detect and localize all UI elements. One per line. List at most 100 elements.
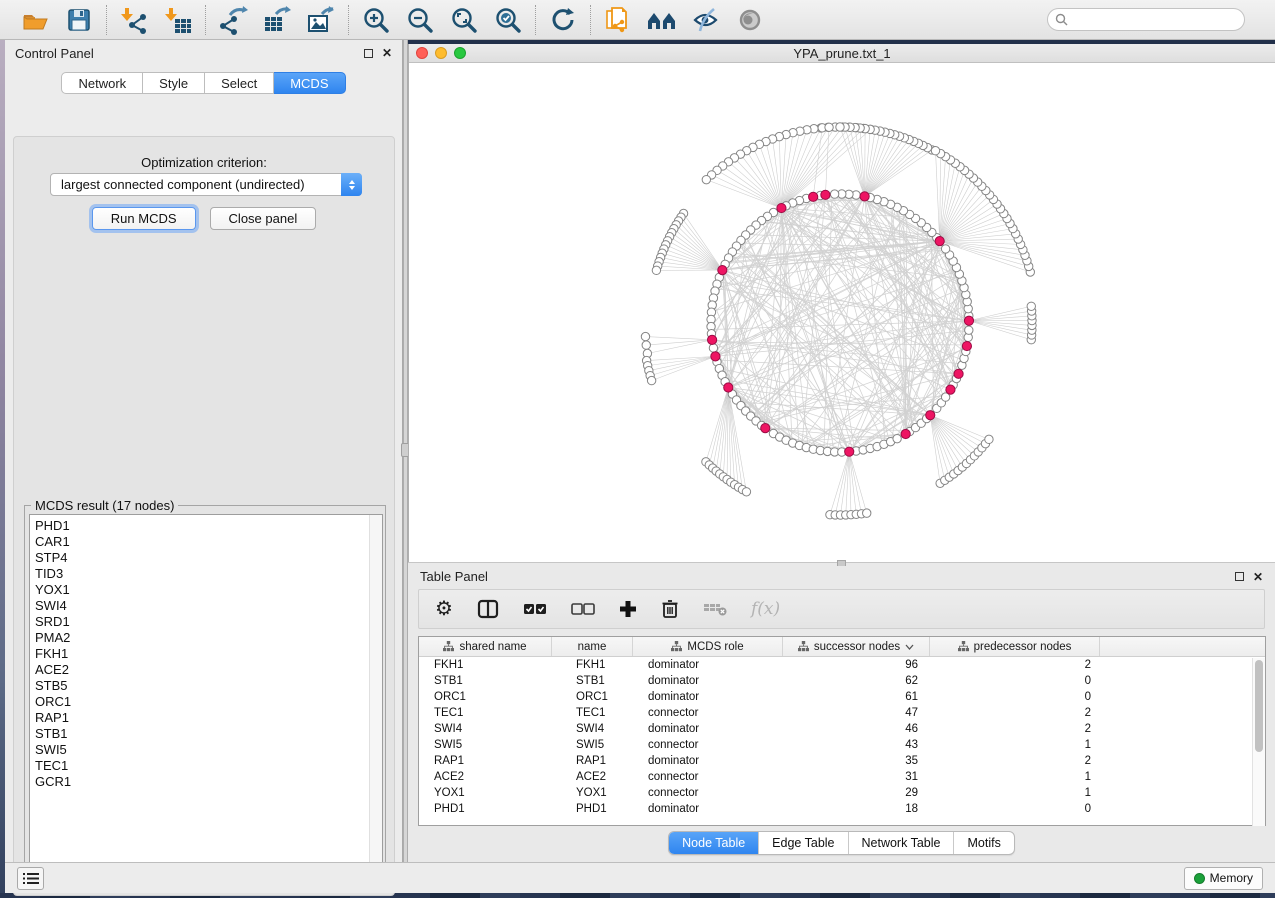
tab-node-table[interactable]: Node Table [669,832,758,854]
float-panel-icon[interactable] [1235,572,1244,581]
table-row[interactable]: STB1STB1dominator620 [419,673,1265,689]
table-row[interactable]: PHD1PHD1dominator180 [419,801,1265,817]
save-session-button[interactable] [62,4,96,36]
task-history-button[interactable] [17,867,44,890]
optimization-criterion-dropdown[interactable]: largest connected component (undirected) [50,173,362,196]
mcds-result-item[interactable]: SRD1 [35,614,382,630]
eye-disabled-button[interactable] [733,4,767,36]
close-panel-button[interactable]: Close panel [210,207,317,230]
cell-role: dominator [633,755,783,767]
zoom-selected-button[interactable] [491,4,525,36]
cell-role: connector [633,739,783,751]
mcds-result-item[interactable]: YOX1 [35,582,382,598]
network-overview-button[interactable] [645,4,679,36]
import-table-button[interactable] [161,4,195,36]
table-row[interactable]: TEC1TEC1connector472 [419,705,1265,721]
column-header-MCDS-role[interactable]: MCDS role [633,637,783,656]
column-header-successor-nodes[interactable]: successor nodes [783,637,930,656]
mcds-result-item[interactable]: FKH1 [35,646,382,662]
mcds-result-item[interactable]: SWI5 [35,742,382,758]
show-columns-button[interactable] [477,594,499,624]
network-overview-icon [646,7,678,33]
add-column-button[interactable] [619,594,637,624]
cell-pred: 0 [930,691,1100,703]
tab-network-table[interactable]: Network Table [848,832,954,854]
cell-succ: 62 [783,675,930,687]
table-row[interactable]: SWI4SWI4dominator462 [419,721,1265,737]
network-window-titlebar[interactable]: YPA_prune.txt_1 [409,44,1275,63]
cell-shared: PHD1 [419,803,552,815]
main-toolbar [0,0,1275,40]
trash-icon [661,599,679,619]
mcds-result-item[interactable]: SWI4 [35,598,382,614]
column-header-shared-name[interactable]: shared name [419,637,552,656]
tab-motifs[interactable]: Motifs [953,832,1013,854]
mcds-result-item[interactable]: RAP1 [35,710,382,726]
table-scrollbar-thumb[interactable] [1255,660,1263,752]
tab-style[interactable]: Style [143,72,205,94]
delete-column-button[interactable] [661,594,679,624]
zoom-fit-button[interactable] [447,4,481,36]
tab-edge-table[interactable]: Edge Table [758,832,847,854]
tab-select[interactable]: Select [205,72,274,94]
close-panel-icon[interactable]: ✕ [382,47,392,59]
table-settings-button[interactable]: ⚙ [435,594,453,624]
search-input[interactable] [1072,11,1244,29]
tab-mcds[interactable]: MCDS [274,72,345,94]
table-row[interactable]: YOX1YOX1connector291 [419,785,1265,801]
table-header-row: shared namenameMCDS rolesuccessor nodesp… [419,637,1265,657]
float-panel-icon[interactable] [364,49,373,58]
mcds-result-item[interactable]: STB5 [35,678,382,694]
table-row[interactable]: RAP1RAP1dominator352 [419,753,1265,769]
table-scrollbar[interactable] [1252,658,1265,826]
function-builder-disabled: f(x) [751,594,780,624]
open-file-button[interactable] [18,4,52,36]
mcds-result-item[interactable]: ACE2 [35,662,382,678]
cell-pred: 1 [930,787,1100,799]
memory-button[interactable]: Memory [1184,867,1263,890]
refresh-button[interactable] [546,4,580,36]
gear-icon: ⚙ [435,599,453,619]
tab-network[interactable]: Network [61,72,143,94]
mcds-result-item[interactable]: PHD1 [35,518,382,534]
network-canvas[interactable] [409,63,1275,561]
select-all-button[interactable] [523,594,547,624]
mcds-result-item[interactable]: STB1 [35,726,382,742]
zoom-selected-icon [494,6,522,34]
import-network-button[interactable] [117,4,151,36]
cell-shared: ACE2 [419,771,552,783]
cell-pred: 2 [930,659,1100,671]
mcds-result-item[interactable]: TEC1 [35,758,382,774]
deselect-all-button[interactable] [571,594,595,624]
mcds-result-item[interactable]: PMA2 [35,630,382,646]
table-row[interactable]: SWI5SWI5connector431 [419,737,1265,753]
mcds-result-item[interactable]: STP4 [35,550,382,566]
column-header-predecessor-nodes[interactable]: predecessor nodes [930,637,1100,656]
close-panel-icon[interactable]: ✕ [1253,571,1263,583]
export-image-button[interactable] [304,4,338,36]
hide-graphics-button[interactable] [689,4,723,36]
node-table[interactable]: shared namenameMCDS rolesuccessor nodesp… [418,636,1266,826]
search-field[interactable] [1047,8,1245,31]
table-row[interactable]: FKH1FKH1dominator962 [419,657,1265,673]
import-table-icon [163,5,193,35]
mcds-result-item[interactable]: TID3 [35,566,382,582]
mcds-list-scrollbar[interactable] [369,515,382,873]
table-row[interactable]: ACE2ACE2connector311 [419,769,1265,785]
mcds-result-list[interactable]: PHD1CAR1STP4TID3YOX1SWI4SRD1PMA2FKH1ACE2… [29,514,383,874]
zoom-out-button[interactable] [403,4,437,36]
export-table-button[interactable] [260,4,294,36]
mcds-result-item[interactable]: ORC1 [35,694,382,710]
zoom-out-icon [406,6,434,34]
column-header-name[interactable]: name [552,637,633,656]
cell-shared: SWI5 [419,739,552,751]
list-icon [23,872,39,885]
hide-graphics-icon [691,6,721,34]
zoom-in-button[interactable] [359,4,393,36]
export-network-button[interactable] [216,4,250,36]
share-document-button[interactable] [601,4,635,36]
mcds-result-item[interactable]: CAR1 [35,534,382,550]
mcds-result-item[interactable]: GCR1 [35,774,382,790]
run-mcds-button[interactable]: Run MCDS [92,207,196,230]
table-row[interactable]: ORC1ORC1dominator610 [419,689,1265,705]
